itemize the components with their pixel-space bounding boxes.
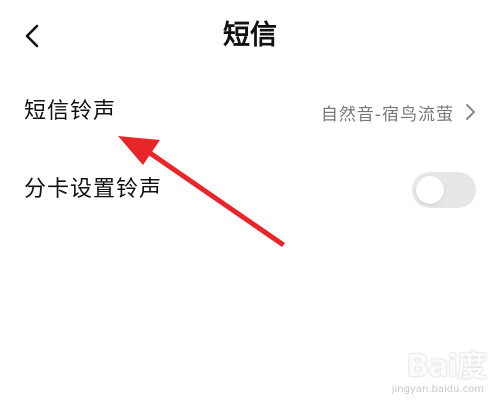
sms-ringtone-label: 短信铃声: [24, 99, 117, 124]
dual-sim-ringtone-label: 分卡设置铃声: [24, 177, 163, 202]
chevron-left-icon: [25, 24, 39, 48]
watermark: Bai度 jingyan.baidu.com: [376, 341, 487, 397]
dual-sim-ringtone-toggle[interactable]: [412, 172, 476, 208]
back-button[interactable]: [14, 18, 50, 54]
dual-sim-ringtone-row: 分卡设置铃声: [0, 158, 500, 222]
sms-ringtone-row[interactable]: 短信铃声 自然音-宿鸟流萤: [0, 80, 500, 144]
watermark-brand: Bai度: [406, 349, 487, 384]
chevron-right-icon: [464, 103, 476, 121]
page-title: 短信: [223, 20, 277, 51]
header: 短信: [0, 0, 500, 72]
dual-sim-toggle-group: [412, 172, 476, 208]
sms-ringtone-value-group: 自然音-宿鸟流萤: [321, 100, 476, 125]
toggle-knob: [416, 176, 444, 204]
sms-ringtone-value: 自然音-宿鸟流萤: [320, 104, 454, 125]
watermark-url: jingyan.baidu.com: [391, 384, 484, 395]
